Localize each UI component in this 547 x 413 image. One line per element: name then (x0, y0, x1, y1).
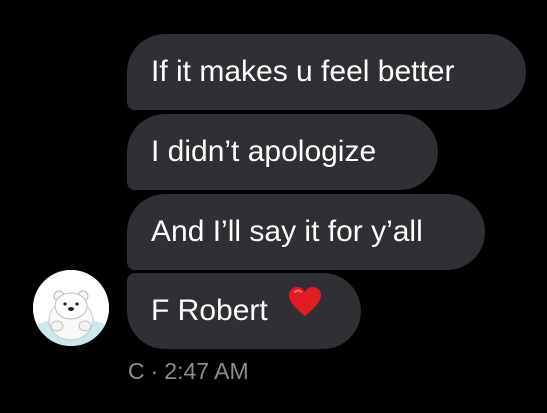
sender-avatar[interactable] (33, 270, 109, 346)
message-text: I didn’t apologize (151, 135, 377, 168)
sender-name: C (128, 358, 145, 384)
message-text: If it makes u feel better (151, 55, 455, 88)
message-meta: C · 2:47 AM (128, 358, 249, 385)
message-text: F Robert (151, 294, 268, 327)
message-bubble[interactable]: If it makes u feel better (127, 34, 526, 110)
message-bubble[interactable]: I didn’t apologize (127, 114, 438, 190)
message-timestamp: 2:47 AM (164, 358, 249, 384)
message-text: And I’ll say it for y’all (151, 215, 423, 248)
heart-icon (288, 271, 322, 347)
message-thread: If it makes u feel better I didn’t apolo… (0, 0, 547, 413)
polar-bear-avatar-icon (33, 270, 109, 346)
message-bubble[interactable]: F Robert (127, 273, 361, 349)
message-bubble[interactable]: And I’ll say it for y’all (127, 194, 485, 270)
meta-separator: · (150, 358, 159, 384)
